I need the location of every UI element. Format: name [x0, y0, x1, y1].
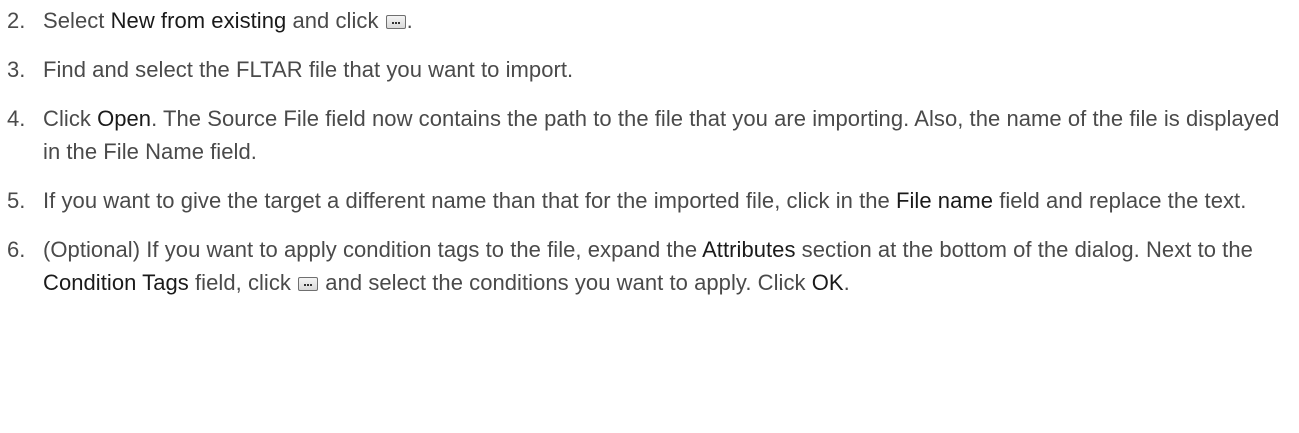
ui-term-file-name: File name	[896, 188, 994, 213]
step-text-part: . The Source File field now contains the…	[43, 106, 1280, 164]
step-text-part: section at the bottom of the dialog. Nex…	[795, 237, 1253, 262]
step-3: 3. Find and select the FLTAR file that y…	[7, 53, 1295, 86]
step-number: 6.	[7, 237, 26, 262]
step-number: 4.	[7, 106, 26, 131]
step-text-part: Select	[43, 8, 111, 33]
step-number: 3.	[7, 57, 26, 82]
step-6: 6. (Optional) If you want to apply condi…	[7, 233, 1295, 299]
steps-list: 2. Select New from existing and click . …	[7, 4, 1295, 315]
step-text-part: .	[843, 270, 850, 295]
ui-term-condition-tags: Condition Tags	[43, 270, 189, 295]
ui-term-new-from-existing: New from existing	[110, 8, 287, 33]
step-text: Find and select the FLTAR file that you …	[43, 57, 574, 82]
step-text-part: field and replace the text.	[993, 188, 1247, 213]
step-text: (Optional) If you want to apply conditio…	[43, 233, 1295, 299]
step-5: 5. If you want to give the target a diff…	[7, 184, 1295, 217]
step-text-part: If you want to give the target a differe…	[43, 188, 896, 213]
ellipsis-browse-icon	[385, 15, 406, 29]
step-4: 4. Click Open. The Source File field now…	[7, 102, 1295, 168]
ui-term-attributes: Attributes	[702, 237, 796, 262]
ui-term-open: Open	[97, 106, 152, 131]
step-text-part: (Optional) If you want to apply conditio…	[43, 237, 703, 262]
step-text-part: Click	[43, 106, 98, 131]
step-number: 2.	[7, 8, 26, 33]
step-number: 5.	[7, 188, 26, 213]
ellipsis-browse-icon	[298, 277, 319, 291]
step-text-part: and select the conditions you want to ap…	[319, 270, 812, 295]
step-text-part: and click	[286, 8, 385, 33]
step-text-part: .	[406, 8, 413, 33]
step-text: Select New from existing and click .	[43, 4, 1295, 37]
ui-term-ok: OK	[811, 270, 844, 295]
step-2: 2. Select New from existing and click .	[7, 4, 1295, 37]
step-text: Click Open. The Source File field now co…	[43, 102, 1295, 168]
step-text-part: field, click	[188, 270, 298, 295]
step-text: If you want to give the target a differe…	[43, 184, 1295, 217]
